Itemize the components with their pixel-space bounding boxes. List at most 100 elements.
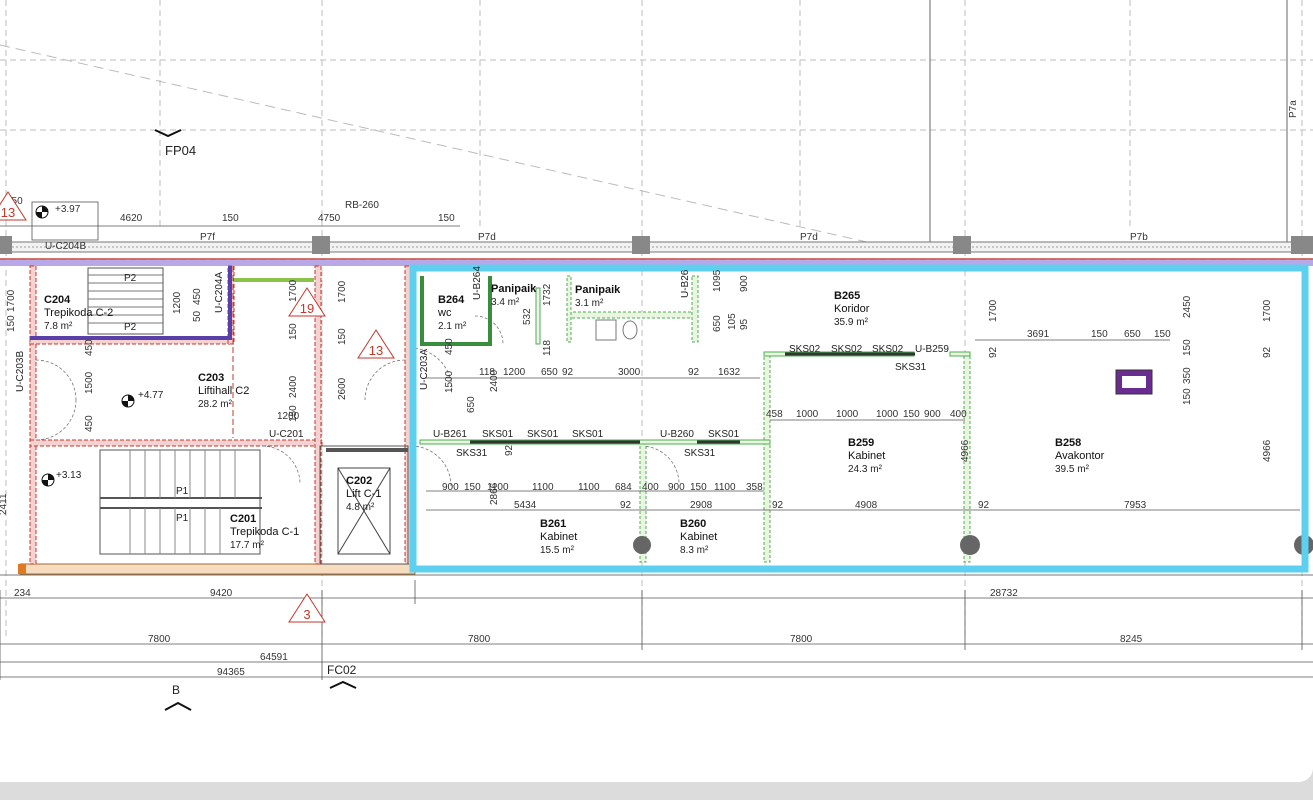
dimension-value: 150	[438, 213, 455, 224]
dimension-value-vertical: 150	[337, 328, 348, 345]
label-u-b261: U-B261	[433, 429, 467, 440]
dimension-value-vertical: 450	[444, 338, 455, 355]
room-c201-name: Trepikoda C-1	[230, 526, 299, 538]
room-b258-name: Avakontor	[1055, 450, 1105, 462]
label-p7b: P7b	[1130, 232, 1148, 243]
dimension-value: 900	[668, 482, 685, 493]
bottom-wall-left	[19, 563, 416, 575]
dimension-value: 1100	[714, 482, 736, 493]
dimension-value-vertical: 1700	[1262, 299, 1273, 322]
marker-13-left: 13	[1, 205, 15, 220]
dimension-value-vertical: 2450	[1182, 295, 1193, 318]
room-b265-area: 35.9 m²	[834, 317, 869, 328]
label-b: B	[172, 683, 180, 697]
dimension-value: 684	[615, 482, 632, 493]
vertical-dimension-values: 1700 150 1200 50 450 1700 150 1700 150 2400 150 260…	[0, 269, 1273, 515]
dimension-value-vertical: 450	[84, 339, 95, 356]
dimension-value-vertical: 105	[727, 313, 738, 330]
dimension-value: 150	[222, 213, 239, 224]
dimension-value: 150	[903, 409, 920, 420]
room-b265-name: Koridor	[834, 303, 870, 315]
room-c203-area: 28.2 m²	[198, 399, 233, 410]
dimension-value: 4750	[318, 213, 341, 224]
floor-plan-drawing: FP04 RB-260 P7a +3.97 U-C204B P7f P7d P7d P7b C2…	[0, 0, 1313, 711]
dimension-value-vertical: 1732	[542, 283, 553, 306]
dimension-value: 150	[690, 482, 707, 493]
dimension-value: 650	[541, 367, 558, 378]
label-sks02-2: SKS02	[831, 344, 863, 355]
dimension-value: 900	[442, 482, 459, 493]
label-p1-2: P1	[176, 513, 189, 524]
room-b260-id: B260	[680, 518, 706, 530]
dimension-value-vertical: 150	[288, 405, 299, 422]
dimension-value-vertical: 92	[504, 444, 515, 456]
revision-markers: 19 13 3 13	[0, 191, 395, 623]
dimension-value: 1632	[718, 367, 741, 378]
dimension-value: 5434	[514, 500, 537, 511]
dimension-value-vertical: 1700	[6, 289, 17, 312]
label-p2-1: P2	[124, 273, 137, 284]
dimension-value-vertical: 95	[739, 318, 750, 330]
dimension-value-vertical: 150	[1182, 388, 1193, 405]
dimension-value-vertical: 1700	[288, 279, 299, 302]
dimension-value-vertical: 150	[1182, 339, 1193, 356]
dimension-value: 2908	[690, 500, 713, 511]
label-sks01-1: SKS01	[482, 429, 514, 440]
dimension-value: 458	[766, 409, 783, 420]
room-b261-name: Kabinet	[540, 531, 577, 543]
dimension-value: 3000	[618, 367, 641, 378]
label-rb260: RB-260	[345, 200, 379, 211]
dimension-value: 3691	[1027, 329, 1050, 340]
dimension-value: 400	[642, 482, 659, 493]
floor-plan-sheet: FP04 RB-260 P7a +3.97 U-C204B P7f P7d P7d P7b C2…	[0, 0, 1313, 782]
dimension-value-vertical: 4966	[1262, 439, 1273, 462]
dimension-value: 4620	[120, 213, 143, 224]
dimension-value-vertical: 1095	[712, 269, 723, 292]
dimension-value: 28732	[990, 588, 1018, 599]
room-b258-area: 39.5 m²	[1055, 464, 1090, 475]
room-b260-area: 8.3 m²	[680, 545, 709, 556]
dimension-value: 1100	[532, 482, 554, 493]
label-u-c204a: U-C204A	[214, 272, 225, 313]
dimension-value: 400	[950, 409, 967, 420]
label-panipaik-2: Panipaik	[575, 284, 621, 296]
label-p7a: P7a	[1288, 100, 1299, 118]
dimension-value-vertical: 1200	[172, 291, 183, 314]
dimension-value: 92	[562, 367, 574, 378]
label-sks01-4: SKS01	[708, 429, 740, 440]
dimension-value: 8245	[1120, 634, 1143, 645]
marker-3: 3	[303, 607, 310, 622]
label-sks01-2: SKS01	[527, 429, 559, 440]
dimension-value-vertical: 150	[6, 315, 17, 332]
room-c204-name: Trepikoda C-2	[44, 307, 113, 319]
room-c201-area: 17.7 m²	[230, 540, 265, 551]
dimension-value: 92	[978, 500, 990, 511]
room-c202-id: C202	[346, 475, 372, 487]
dimension-value-vertical: 450	[84, 415, 95, 432]
label-u-b260: U-B260	[660, 429, 694, 440]
marker-19: 19	[300, 301, 314, 316]
room-b264-name: wc	[437, 307, 452, 319]
dimension-value-vertical: 650	[466, 396, 477, 413]
dimension-value: 7800	[790, 634, 813, 645]
label-sks31-2: SKS31	[456, 448, 488, 459]
dimension-value: 900	[924, 409, 941, 420]
label-elev397: +3.97	[55, 204, 81, 215]
marker-13: 13	[369, 343, 383, 358]
dimension-value: 1000	[796, 409, 819, 420]
label-panipaik-2-area: 3.1 m²	[575, 298, 604, 309]
label-fc02: FC02	[327, 663, 357, 677]
label-sks31-3: SKS31	[684, 448, 716, 459]
dimension-value: 1000	[876, 409, 899, 420]
dimension-value: 92	[620, 500, 632, 511]
room-b258-id: B258	[1055, 437, 1081, 449]
dimension-value: 150	[464, 482, 481, 493]
dimension-value: 4908	[855, 500, 878, 511]
label-sks02-1: SKS02	[789, 344, 821, 355]
label-p2-2: P2	[124, 322, 137, 333]
room-b264-id: B264	[438, 294, 465, 306]
dimension-value-vertical: 50	[192, 310, 203, 322]
room-b260-name: Kabinet	[680, 531, 717, 543]
dimension-value-vertical: 450	[192, 288, 203, 305]
label-u-c204b: U-C204B	[45, 241, 86, 252]
